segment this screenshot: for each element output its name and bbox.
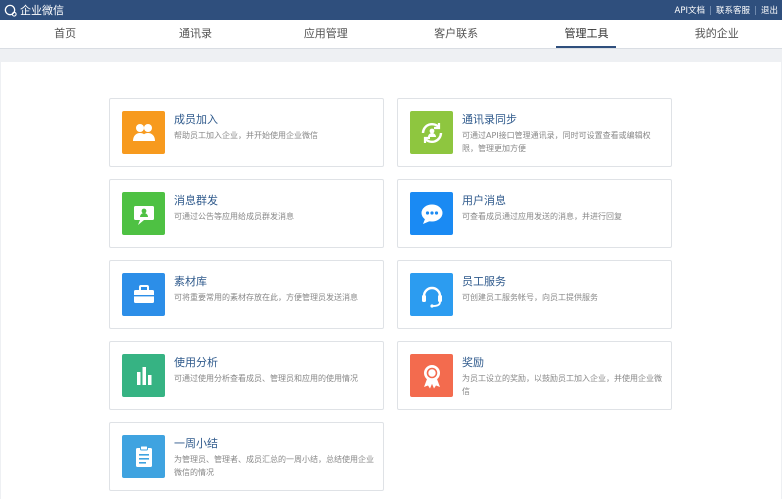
tool-desc: 可通过API接口管理通讯录，同时可设置查看或编辑权限，管理更加方便 bbox=[462, 131, 651, 153]
tool-desc: 可通过公告等应用给成员群发消息 bbox=[174, 212, 294, 221]
tool-title: 用户消息 bbox=[462, 194, 506, 207]
tool-desc: 可创建员工服务帐号，向员工提供服务 bbox=[462, 293, 598, 302]
logout-link[interactable]: 退出 bbox=[761, 4, 778, 16]
tool-desc: 为员工设立的奖励，以鼓励员工加入企业，并使用企业微信 bbox=[462, 374, 662, 396]
members-join-icon bbox=[122, 111, 165, 154]
tab-tools[interactable]: 管理工具 bbox=[521, 20, 651, 48]
contact-support-link[interactable]: 联系客服 bbox=[716, 4, 750, 16]
tool-title: 员工服务 bbox=[462, 275, 506, 288]
top-links: API文档 联系客服 退出 bbox=[675, 4, 778, 16]
tool-card-broadcast[interactable]: 消息群发 可通过公告等应用给成员群发消息 bbox=[109, 179, 384, 248]
bar-chart-icon bbox=[122, 354, 165, 397]
top-bar: 企业微信 API文档 联系客服 退出 bbox=[0, 0, 782, 20]
tool-card-usage-analysis[interactable]: 使用分析 可通过使用分析查看成员、管理员和应用的使用情况 bbox=[109, 341, 384, 410]
tab-my-company[interactable]: 我的企业 bbox=[652, 20, 782, 48]
api-docs-link[interactable]: API文档 bbox=[675, 4, 705, 16]
briefcase-icon bbox=[122, 273, 165, 316]
tool-card-user-messages[interactable]: 用户消息 可查看成员通过应用发送的消息，并进行回复 bbox=[397, 179, 672, 248]
chat-bubble-icon bbox=[410, 192, 453, 235]
tool-title: 使用分析 bbox=[174, 356, 218, 369]
tab-contacts[interactable]: 通讯录 bbox=[130, 20, 260, 48]
divider bbox=[709, 5, 711, 15]
tool-card-rewards[interactable]: 奖励 为员工设立的奖励，以鼓励员工加入企业，并使用企业微信 bbox=[397, 341, 672, 410]
award-icon bbox=[410, 354, 453, 397]
broadcast-message-icon bbox=[122, 192, 165, 235]
tool-card-members-join[interactable]: 成员加入 帮助员工加入企业，并开始使用企业微信 bbox=[109, 98, 384, 167]
main-nav: 首页 通讯录 应用管理 客户联系 管理工具 我的企业 bbox=[0, 20, 782, 49]
tool-desc: 帮助员工加入企业，并开始使用企业微信 bbox=[174, 131, 318, 140]
tool-desc: 可查看成员通过应用发送的消息，并进行回复 bbox=[462, 212, 622, 221]
tool-title: 消息群发 bbox=[174, 194, 218, 207]
wework-logo-icon bbox=[4, 4, 17, 17]
tab-apps[interactable]: 应用管理 bbox=[261, 20, 391, 48]
tool-desc: 可通过使用分析查看成员、管理员和应用的使用情况 bbox=[174, 374, 358, 383]
tools-panel: 成员加入 帮助员工加入企业，并开始使用企业微信 通讯录同步 可通过API接口管理… bbox=[1, 62, 781, 499]
tool-card-contacts-sync[interactable]: 通讯录同步 可通过API接口管理通讯录，同时可设置查看或编辑权限，管理更加方便 bbox=[397, 98, 672, 167]
tool-title: 成员加入 bbox=[174, 113, 218, 126]
tool-card-weekly-summary[interactable]: 一周小结 为管理员、管理者、成员汇总的一周小结，总结使用企业微信的情况 bbox=[109, 422, 384, 491]
tab-home[interactable]: 首页 bbox=[0, 20, 130, 48]
divider bbox=[754, 5, 756, 15]
tool-card-employee-service[interactable]: 员工服务 可创建员工服务帐号，向员工提供服务 bbox=[397, 260, 672, 329]
app-name: 企业微信 bbox=[20, 4, 64, 17]
tool-card-materials[interactable]: 素材库 可将重要常用的素材存放在此，方便管理员发送消息 bbox=[109, 260, 384, 329]
tool-title: 通讯录同步 bbox=[462, 113, 517, 126]
tool-desc: 为管理员、管理者、成员汇总的一周小结，总结使用企业微信的情况 bbox=[174, 455, 374, 477]
tool-title: 一周小结 bbox=[174, 437, 218, 450]
brand: 企业微信 bbox=[4, 2, 64, 18]
clipboard-icon bbox=[122, 435, 165, 478]
tool-desc: 可将重要常用的素材存放在此，方便管理员发送消息 bbox=[174, 293, 358, 302]
contacts-sync-icon bbox=[410, 111, 453, 154]
headset-icon bbox=[410, 273, 453, 316]
tool-title: 素材库 bbox=[174, 275, 207, 288]
tool-title: 奖励 bbox=[462, 356, 484, 369]
tab-customers[interactable]: 客户联系 bbox=[391, 20, 521, 48]
